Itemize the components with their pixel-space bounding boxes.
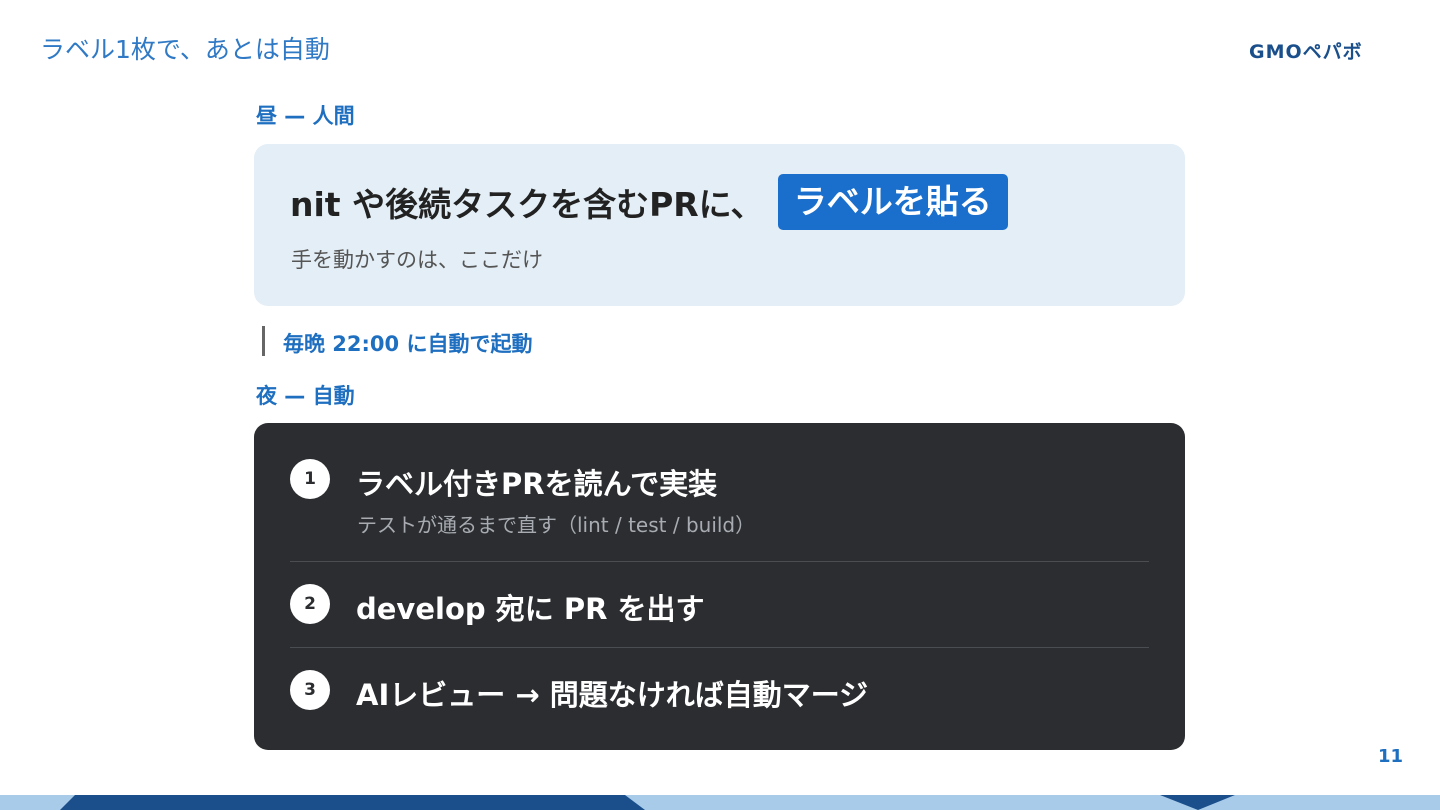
step-item: 1 ラベル付きPRを読んで実装 テストが通るまで直す（lint / test /… <box>290 457 1149 562</box>
step-number-badge: 1 <box>290 459 330 499</box>
step-item: 2 develop 宛に PR を出す <box>290 562 1149 648</box>
footer-decoration <box>0 795 1440 810</box>
trigger-text: 毎晩 22:00 に自動で起動 <box>283 332 533 356</box>
step-title: ラベル付きPRを読んで実装 <box>356 467 718 501</box>
footer-dark-band <box>60 795 645 810</box>
day-main-line: nit や後続タスクを含むPRに、 ラベルを貼る <box>290 174 1008 230</box>
night-section-label: 夜 — 自動 <box>256 384 355 408</box>
day-section-label: 昼 — 人間 <box>256 104 355 128</box>
step-title: AIレビュー → 問題なければ自動マージ <box>356 678 869 712</box>
step-number-badge: 3 <box>290 670 330 710</box>
step-item: 3 AIレビュー → 問題なければ自動マージ <box>290 648 1149 734</box>
page-number: 11 <box>1378 746 1404 767</box>
step-subtitle: テストが通るまで直す（lint / test / build） <box>357 513 756 537</box>
day-card: nit や後続タスクを含むPRに、 ラベルを貼る 手を動かすのは、ここだけ <box>254 144 1185 306</box>
day-main-text: nit や後続タスクを含むPRに、 <box>290 185 764 224</box>
night-card: 1 ラベル付きPRを読んで実装 テストが通るまで直す（lint / test /… <box>254 423 1185 750</box>
slide-title: ラベル1枚で、あとは自動 <box>40 35 330 64</box>
step-number-badge: 2 <box>290 584 330 624</box>
company-logo: GMOペパボ <box>1249 41 1363 63</box>
label-highlight-chip: ラベルを貼る <box>777 174 1008 230</box>
step-title: develop 宛に PR を出す <box>356 592 705 626</box>
trigger-divider <box>262 326 265 356</box>
day-sub-text: 手を動かすのは、ここだけ <box>291 248 543 272</box>
